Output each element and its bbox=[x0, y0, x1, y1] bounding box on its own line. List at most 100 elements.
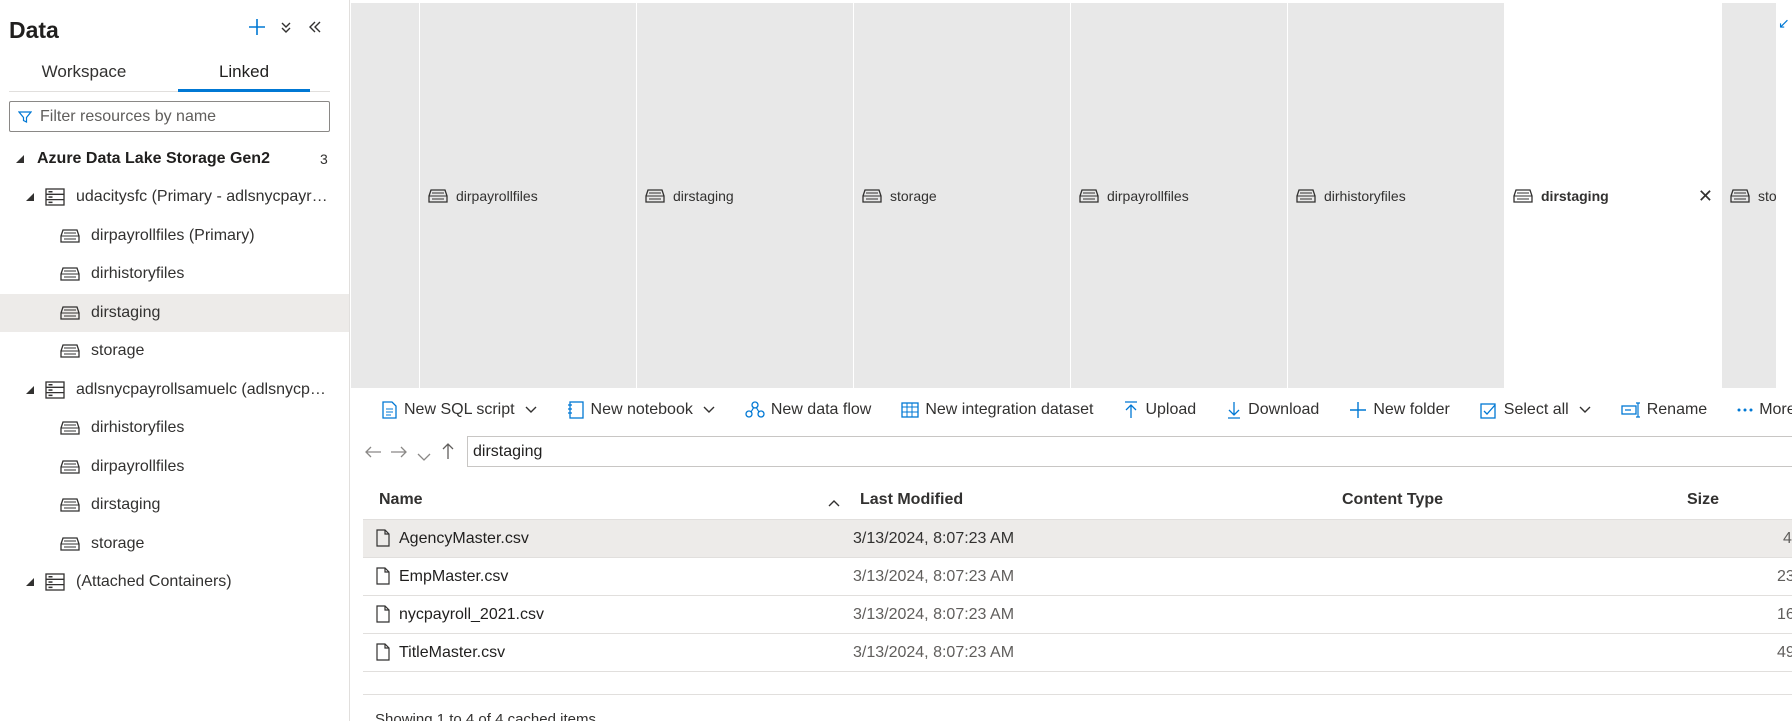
address-bar: dirstaging bbox=[351, 434, 1792, 472]
tree-root-adls-gen2[interactable]: Azure Data Lake Storage Gen2 3 bbox=[0, 140, 349, 178]
tree-container-dirpayrollfiles-primary[interactable]: dirpayrollfiles (Primary) bbox=[0, 217, 349, 255]
tab-label: dirpayrollfiles bbox=[1107, 187, 1189, 204]
tree-attached-containers[interactable]: (Attached Containers) bbox=[0, 563, 349, 601]
notebook-icon bbox=[567, 401, 585, 419]
scroll-left-icon[interactable]: ↙ bbox=[1778, 15, 1790, 32]
tab-workspace[interactable]: Workspace bbox=[9, 62, 159, 92]
tree-container-storage[interactable]: storage bbox=[0, 525, 349, 563]
recent-locations-chevron-icon[interactable] bbox=[417, 447, 431, 467]
container-icon bbox=[428, 188, 448, 203]
column-header-size[interactable]: Size bbox=[1687, 491, 1719, 509]
tree-container-label: dirpayrollfiles bbox=[91, 458, 185, 475]
sort-ascending-icon[interactable] bbox=[828, 494, 840, 512]
file-last-modified: 3/13/2024, 8:07:23 AM bbox=[853, 606, 1015, 623]
tab-label: dirstaging bbox=[1541, 187, 1609, 204]
ellipsis-icon bbox=[1737, 407, 1753, 413]
chevron-down-icon[interactable] bbox=[703, 406, 715, 414]
panel-title: Data bbox=[9, 17, 59, 43]
upload-label: Upload bbox=[1145, 401, 1197, 418]
filter-icon bbox=[18, 110, 32, 123]
expand-caret-icon[interactable] bbox=[24, 384, 36, 396]
new-notebook-button[interactable]: New notebook bbox=[567, 401, 715, 419]
container-icon bbox=[60, 265, 80, 283]
collapse-panel-button[interactable] bbox=[303, 14, 327, 40]
tree-container-dirhistoryfiles[interactable]: dirhistoryfiles bbox=[0, 409, 349, 447]
expand-caret-icon[interactable] bbox=[24, 576, 36, 588]
container-icon bbox=[1079, 188, 1099, 203]
tree-account-label: adlsnycpayrollsamuelc (adlsnycpay... bbox=[76, 381, 332, 398]
tab-dirstaging-active[interactable]: dirstaging ✕ bbox=[1504, 3, 1721, 388]
table-footer-divider bbox=[363, 694, 1792, 695]
table-header: Name Last Modified Content Type Size bbox=[363, 482, 1792, 520]
filter-resources[interactable] bbox=[9, 101, 330, 132]
tree-container-label: storage bbox=[91, 342, 145, 359]
tab-label: storage bbox=[890, 187, 937, 204]
tab-scroll-area[interactable]: ↙ bbox=[1776, 3, 1792, 388]
column-header-content-type[interactable]: Content Type bbox=[1342, 491, 1443, 509]
more-button[interactable]: More bbox=[1737, 401, 1792, 419]
new-folder-button[interactable]: New folder bbox=[1349, 401, 1450, 419]
collapse-all-button[interactable] bbox=[274, 14, 298, 40]
chevron-down-icon[interactable] bbox=[525, 406, 537, 414]
tree-root-label: Azure Data Lake Storage Gen2 bbox=[37, 150, 270, 167]
tree-container-label: storage bbox=[91, 535, 145, 552]
expand-caret-icon[interactable] bbox=[14, 153, 26, 165]
sql-script-icon bbox=[380, 401, 398, 419]
select-all-button[interactable]: Select all bbox=[1480, 401, 1591, 419]
upload-button[interactable]: Upload bbox=[1123, 401, 1196, 419]
expand-caret-icon[interactable] bbox=[24, 191, 36, 203]
tab-dirhistoryfiles[interactable]: dirhistoryfiles bbox=[1287, 3, 1504, 388]
storage-account-icon bbox=[45, 188, 65, 206]
container-icon bbox=[862, 188, 882, 203]
up-arrow-icon[interactable] bbox=[441, 442, 455, 465]
forward-arrow-icon[interactable] bbox=[390, 444, 408, 464]
storage-account-icon bbox=[45, 573, 65, 591]
back-arrow-icon[interactable] bbox=[364, 444, 382, 464]
new-data-flow-button[interactable]: New data flow bbox=[745, 401, 871, 419]
tab-label: sto bbox=[1758, 187, 1777, 204]
upload-icon bbox=[1123, 401, 1139, 419]
current-path: dirstaging bbox=[473, 442, 543, 460]
tree-container-dirstaging[interactable]: dirstaging bbox=[0, 486, 349, 524]
tab-storage[interactable]: storage bbox=[853, 3, 1070, 388]
tree-container-dirstaging[interactable]: dirstaging bbox=[0, 294, 349, 332]
tab-dirstaging[interactable]: dirstaging bbox=[636, 3, 853, 388]
tree-container-dirhistoryfiles[interactable]: dirhistoryfiles bbox=[0, 255, 349, 293]
tree-account-adlsnycpayrollsamuelc[interactable]: adlsnycpayrollsamuelc (adlsnycpay... bbox=[0, 371, 349, 409]
file-size: 4 bbox=[1783, 530, 1792, 547]
download-button[interactable]: Download bbox=[1226, 401, 1319, 419]
file-last-modified: 3/13/2024, 8:07:23 AM bbox=[853, 530, 1015, 547]
tab-linked[interactable]: Linked bbox=[178, 62, 310, 92]
tree-container-dirpayrollfiles[interactable]: dirpayrollfiles bbox=[0, 448, 349, 486]
panel-tabs: Workspace Linked bbox=[9, 58, 330, 92]
new-integration-dataset-button[interactable]: New integration dataset bbox=[901, 401, 1093, 419]
container-icon bbox=[60, 342, 80, 360]
add-resource-button[interactable] bbox=[245, 14, 269, 40]
rename-button[interactable]: Rename bbox=[1621, 401, 1707, 419]
select-all-label: Select all bbox=[1503, 401, 1569, 418]
column-header-name[interactable]: Name bbox=[379, 491, 423, 509]
double-chevron-down-icon bbox=[281, 22, 291, 33]
tree-container-storage[interactable]: storage bbox=[0, 332, 349, 370]
filter-input[interactable] bbox=[40, 107, 320, 126]
tree-container-label: dirstaging bbox=[91, 304, 161, 321]
tree-container-label: dirhistoryfiles bbox=[91, 419, 185, 436]
container-icon bbox=[60, 535, 80, 553]
table-row[interactable]: nycpayroll_2021.csv 3/13/2024, 8:07:23 A… bbox=[363, 596, 1792, 634]
tree-account-udacitysfc[interactable]: udacitysfc (Primary - adlsnycpayroll... bbox=[0, 178, 349, 216]
tab-dirpayrollfiles[interactable]: dirpayrollfiles bbox=[1070, 3, 1287, 388]
file-size: 16 bbox=[1777, 606, 1792, 623]
path-input[interactable]: dirstaging bbox=[467, 436, 1792, 467]
tab-dirpayrollfiles[interactable]: dirpayrollfiles bbox=[419, 3, 636, 388]
rename-icon bbox=[1621, 402, 1641, 418]
column-header-last-modified[interactable]: Last Modified bbox=[860, 491, 963, 509]
table-row[interactable]: AgencyMaster.csv 3/13/2024, 8:07:23 AM 4 bbox=[363, 520, 1792, 558]
table-row[interactable]: TitleMaster.csv 3/13/2024, 8:07:23 AM 49 bbox=[363, 634, 1792, 672]
table-row[interactable]: EmpMaster.csv 3/13/2024, 8:07:23 AM 23 bbox=[363, 558, 1792, 596]
new-sql-script-button[interactable]: New SQL script bbox=[380, 401, 537, 419]
chevron-down-icon[interactable] bbox=[1579, 406, 1591, 414]
tree-account-label: udacitysfc (Primary - adlsnycpayroll... bbox=[76, 188, 332, 205]
data-flow-icon bbox=[745, 401, 765, 419]
tree-container-label: dirpayrollfiles (Primary) bbox=[91, 227, 255, 244]
close-tab-icon[interactable]: ✕ bbox=[1698, 186, 1713, 207]
